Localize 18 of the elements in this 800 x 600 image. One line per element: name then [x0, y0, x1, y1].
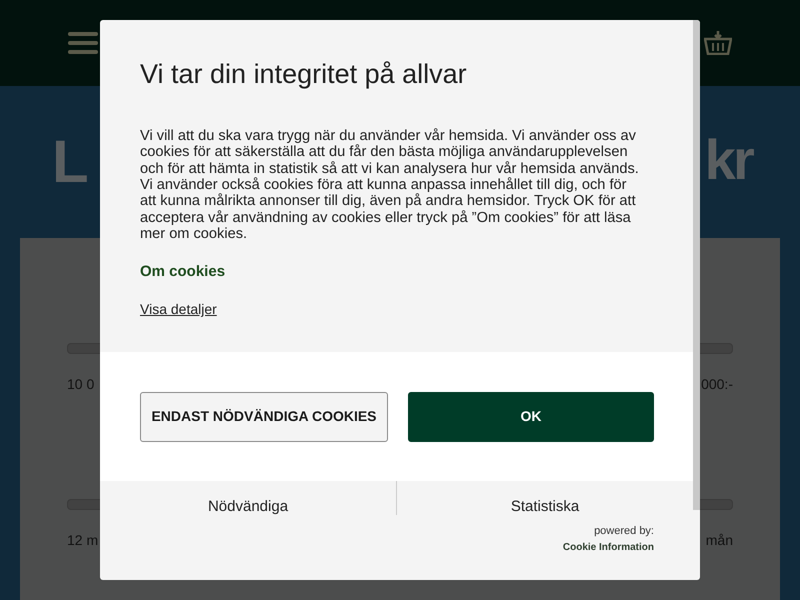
dialog-body: Vi vill att du ska vara trygg när du använder vår hemsida. Vi använder oss av cookies för att säkerställa att du får den bästa möjliga användarupplevelsen och för att hämta in statistik så att vi kan analysera hur vår hemsida används. Vi använder också cookies föra att kunna anpassa innehållet till dig, och för att kunna målrikta annonser till dig, även på andra hemsidor. Tryck OK för att acceptera vår användning av cookies eller tryck på ”Om cookies” för att läsa mer om cookies. [140, 128, 640, 243]
powered-by-text: powered by: [594, 524, 654, 540]
necessary-cookies-button[interactable]: ENDAST NÖDVÄNDIGA COOKIES [140, 392, 388, 442]
page-heading: kr [704, 132, 752, 193]
basket-icon[interactable] [704, 31, 732, 55]
dialog-title: Vi tar din integritet på allvar [140, 58, 468, 91]
amount-label: 000:- [701, 375, 733, 394]
about-cookies-link[interactable]: Om cookies [140, 260, 226, 284]
ok-button[interactable]: OK [408, 392, 654, 442]
category-tab[interactable]: Statistiska [510, 498, 580, 516]
amount-label: 10 0 [67, 375, 94, 394]
category-tab[interactable]: Nödvändiga [208, 498, 288, 516]
months-label: 12 m [67, 531, 98, 550]
page-heading: L [52, 132, 89, 197]
menu-icon[interactable] [68, 31, 98, 55]
details-link[interactable]: Visa detaljer [140, 299, 217, 320]
provider-link[interactable]: Cookie Information [562, 540, 654, 555]
months-label: mån [706, 531, 733, 550]
